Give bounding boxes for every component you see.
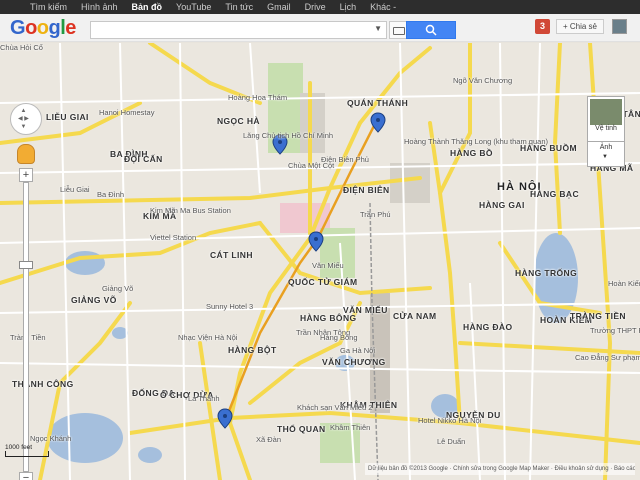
zoom-in-button[interactable]: + <box>19 168 33 182</box>
map-label: THÀNH CÔNG <box>12 379 74 389</box>
nav-item[interactable]: Tìm kiếm <box>30 2 67 12</box>
satellite-label[interactable]: Vệ tinh <box>588 125 624 132</box>
map-label: QUỐC TỬ GIÁM <box>288 277 358 287</box>
map-label: Khách sạn Văn Miếu 2 <box>297 403 373 412</box>
imagery-toggle[interactable]: Ảnh ▼ <box>587 141 625 167</box>
map-label: Hanoi Homestay <box>99 108 155 117</box>
map-label: Ga Hà Nội <box>340 346 376 355</box>
nav-item[interactable]: Gmail <box>267 2 291 12</box>
keyboard-icon[interactable] <box>389 21 407 39</box>
nav-item[interactable]: Bản đồ <box>132 2 163 12</box>
map-label: Hotel Nikko Hà Nội <box>418 416 482 425</box>
map-label: Trường THPT Phan Đình Phùng <box>590 326 640 335</box>
nav-item[interactable]: Khác - <box>370 2 396 12</box>
pan-control[interactable] <box>10 103 42 135</box>
dropdown-arrow-icon[interactable]: ▼ <box>374 24 382 33</box>
map-label: HÀNG ĐÀO <box>463 322 513 332</box>
map-label: Viettel Station <box>150 233 197 242</box>
map-label: Chùa Hỏi Cổ <box>0 43 43 52</box>
map-label: Ngọc Khánh <box>30 434 72 443</box>
top-nav-bar: Tìm kiếm Hình ảnh Bản đồ YouTube Tin tức Gmai… <box>0 0 640 14</box>
map-label: Nhạc Viện Hà Nội <box>178 333 238 342</box>
map-label: GIẢNG VÕ <box>71 295 117 305</box>
map-label: Trần Phú <box>360 210 391 219</box>
magnifier-icon <box>425 24 437 36</box>
map-label: Hoàn Kiếm <box>608 279 640 288</box>
share-button[interactable]: + Chia sẻ <box>556 19 604 34</box>
street-view-pegman-icon[interactable] <box>17 144 35 164</box>
map-label: HÀNG TRỐNG <box>515 268 578 278</box>
map-footer[interactable]: Dữ liệu bản đồ ©2013 Google · Chính sửa … <box>365 463 635 475</box>
notifications-badge[interactable]: 3 <box>535 19 550 34</box>
avatar[interactable] <box>612 19 627 34</box>
map-label: Kim Mã <box>150 206 176 215</box>
map-label: Sunny Hotel 3 <box>206 302 254 311</box>
map-label: ĐIỆN BIÊN <box>343 185 390 195</box>
map-label: THỔ QUAN <box>277 424 326 434</box>
scale-bar <box>5 451 49 457</box>
map-label: NGỌC HÀ <box>217 116 260 126</box>
map-label: Hàng Bông <box>320 333 358 342</box>
scale-label: 1000 feet <box>5 444 33 451</box>
nav-item[interactable]: Lịch <box>340 2 357 12</box>
search-input[interactable]: ▼ <box>90 21 387 39</box>
nav-item[interactable]: Hình ảnh <box>81 2 118 12</box>
map-label: Ngõ Văn Chương <box>453 76 513 85</box>
map-label: Điện Biên Phủ <box>321 155 369 164</box>
nav-item[interactable]: YouTube <box>176 2 211 12</box>
map-label: Khâm Thiên <box>330 423 371 432</box>
map-label: Lăng Chủ tịch Hồ Chí Minh <box>243 131 334 140</box>
map-label: Văn Miếu <box>312 261 344 270</box>
map-label: Xã Đàn <box>256 435 282 444</box>
map-label: LIỄU GIAI <box>46 112 89 122</box>
map-label: Hoàng Hoa Thám <box>228 93 288 102</box>
map-label: QUÁN THÁNH <box>347 98 409 108</box>
map-label: CỬA NAM <box>393 311 437 321</box>
zoom-out-button[interactable]: − <box>19 472 33 480</box>
lake-giang-vo <box>65 251 105 275</box>
map-label: Giảng Võ <box>102 284 134 293</box>
map-label: VĂN CHƯƠNG <box>322 357 386 367</box>
map-label: CÁT LINH <box>210 250 253 260</box>
satellite-thumbnail[interactable] <box>590 99 622 125</box>
map-label: Lê Duẩn <box>437 437 466 446</box>
map-label: Cao Đẳng Sư phạm <box>575 353 640 362</box>
imagery-label[interactable]: Ảnh <box>600 144 612 151</box>
chevron-down-icon: ▼ <box>602 154 608 160</box>
map-label: Liễu Giai <box>60 185 90 194</box>
map-label: HÀNG GAI <box>479 200 525 210</box>
map-label: Hoàng Thành Thăng Long (khu tham quan) <box>404 137 548 146</box>
map-label: HÀNG BÔNG <box>300 313 357 323</box>
google-logo[interactable]: Google <box>10 17 76 40</box>
map-canvas[interactable]: HOÀN KIẾM HÀ NỘI BA ĐÌNH ĐỐNG ĐA QUÁN THÁNH Đ… <box>0 43 640 480</box>
nav-item[interactable]: Drive <box>305 2 326 12</box>
zoom-slider-handle[interactable] <box>19 261 33 269</box>
map-label: Ba Đình <box>97 190 125 199</box>
map-label: La Thành <box>188 394 220 403</box>
map-label: ĐỘI CẤN <box>124 154 163 164</box>
search-button[interactable] <box>406 21 456 39</box>
map-label: HÀNG BỘT <box>228 345 277 355</box>
zoom-slider-track[interactable] <box>23 182 29 472</box>
nav-item[interactable]: Tin tức <box>225 2 253 12</box>
map-label: HÀNG BỒ <box>450 148 493 158</box>
map-label: TRÀNG TIỀN <box>570 311 626 321</box>
map-label: HÀNG BẠC <box>530 189 580 199</box>
